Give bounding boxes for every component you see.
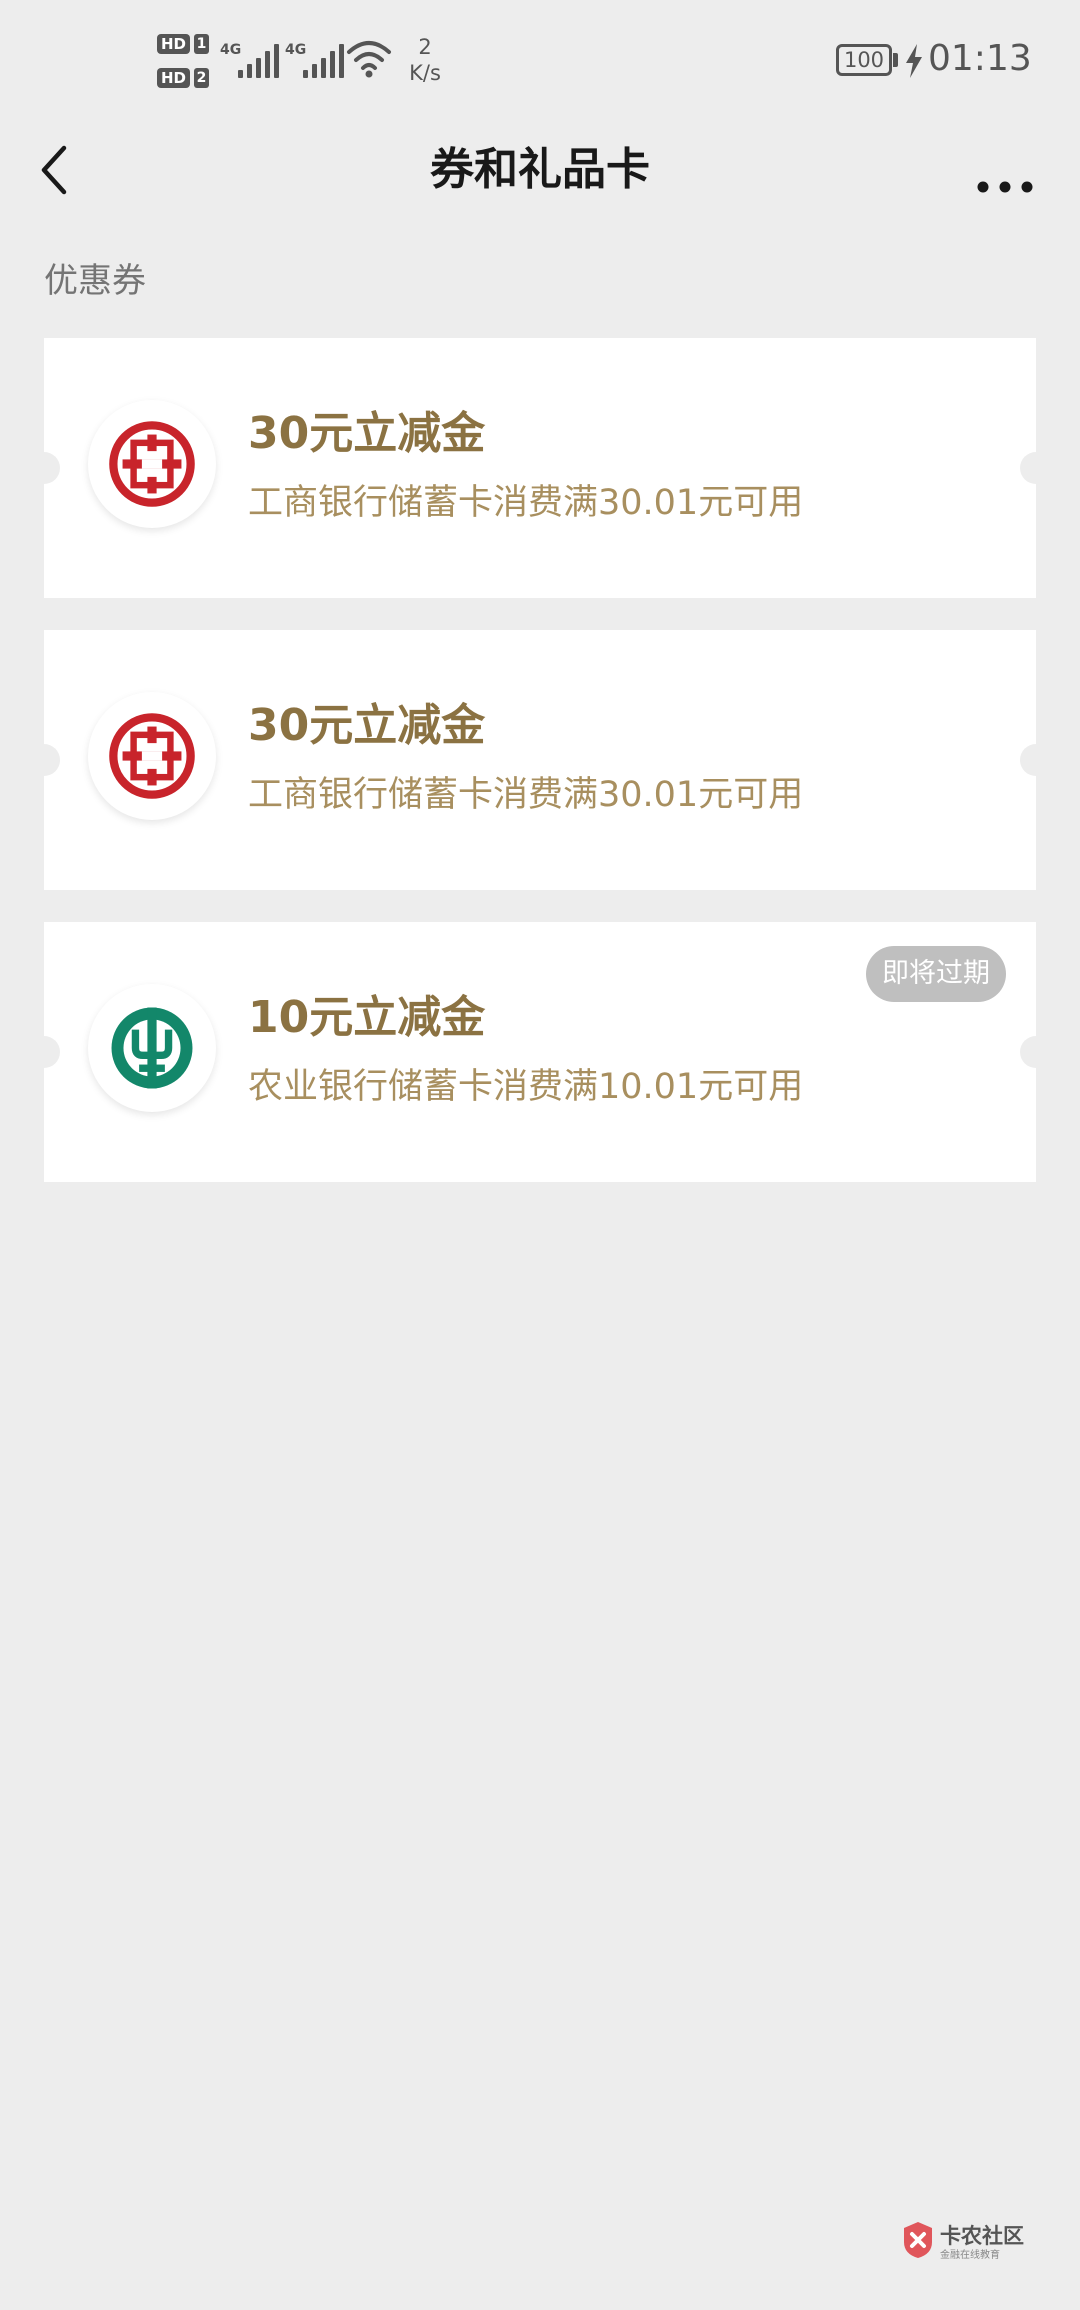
- back-button[interactable]: [30, 140, 90, 200]
- nav-bar: 券和礼品卡: [0, 120, 1080, 220]
- icbc-logo-icon: [109, 421, 195, 507]
- card-notch-right: [1020, 744, 1052, 776]
- status-time: 01:13: [928, 38, 1032, 79]
- battery-tip: [893, 53, 898, 67]
- battery-icon: 100: [836, 44, 892, 76]
- coupon-amount: 10元立减金: [248, 992, 486, 1043]
- watermark-tagline: 金融在线教育: [940, 2250, 1000, 2261]
- status-bar: HD 1 HD 2 4G 4G 2 K/s 100 01:13: [0, 0, 1080, 120]
- signal-strength-icon: 4G: [220, 42, 279, 78]
- chevron-left-icon: [41, 145, 67, 195]
- watermark-logo-icon: [904, 2222, 932, 2258]
- card-notch-left: [28, 452, 60, 484]
- sim-1-label: 1: [194, 34, 209, 54]
- bank-logo: [88, 692, 216, 820]
- hd-badge: HD: [157, 68, 191, 88]
- page-title: 券和礼品卡: [430, 144, 650, 195]
- coupon-list: 30元立减金 工商银行储蓄卡消费满30.01元可用 30元立减金 工商银行储蓄卡…: [28, 338, 1052, 1214]
- sim-2-label: 2: [194, 68, 209, 88]
- card-notch-right: [1020, 452, 1052, 484]
- abc-logo-icon: [111, 1007, 193, 1089]
- more-button[interactable]: [970, 140, 1040, 200]
- charging-bolt-icon: [906, 44, 922, 78]
- coupon-description: 农业银行储蓄卡消费满10.01元可用: [248, 1067, 804, 1107]
- card-notch-left: [28, 1036, 60, 1068]
- coupon-amount: 30元立减金: [248, 700, 486, 751]
- card-notch-left: [28, 744, 60, 776]
- wifi-icon: [347, 41, 391, 78]
- bank-logo: [88, 984, 216, 1112]
- coupon-card[interactable]: 10元立减金 农业银行储蓄卡消费满10.01元可用 即将过期: [28, 922, 1052, 1182]
- more-dots-icon: [977, 181, 1033, 193]
- watermark: 卡农社区 金融在线教育: [900, 2216, 1040, 2266]
- expiring-soon-badge: 即将过期: [866, 946, 1006, 1002]
- coupon-amount: 30元立减金: [248, 408, 486, 459]
- network-speed: 2 K/s: [402, 34, 448, 86]
- signal-strength-icon: 4G: [285, 42, 344, 78]
- hd-indicators: HD 1 HD 2: [157, 32, 209, 100]
- coupon-description: 工商银行储蓄卡消费满30.01元可用: [248, 483, 804, 523]
- coupon-card[interactable]: 30元立减金 工商银行储蓄卡消费满30.01元可用: [28, 630, 1052, 890]
- network-speed-unit: K/s: [409, 61, 441, 85]
- card-notch-right: [1020, 1036, 1052, 1068]
- coupon-card[interactable]: 30元立减金 工商银行储蓄卡消费满30.01元可用: [28, 338, 1052, 598]
- section-title-coupons: 优惠券: [44, 261, 146, 301]
- bank-logo: [88, 400, 216, 528]
- coupon-description: 工商银行储蓄卡消费满30.01元可用: [248, 775, 804, 815]
- network-speed-value: 2: [418, 35, 432, 59]
- hd-badge: HD: [157, 34, 191, 54]
- icbc-logo-icon: [109, 713, 195, 799]
